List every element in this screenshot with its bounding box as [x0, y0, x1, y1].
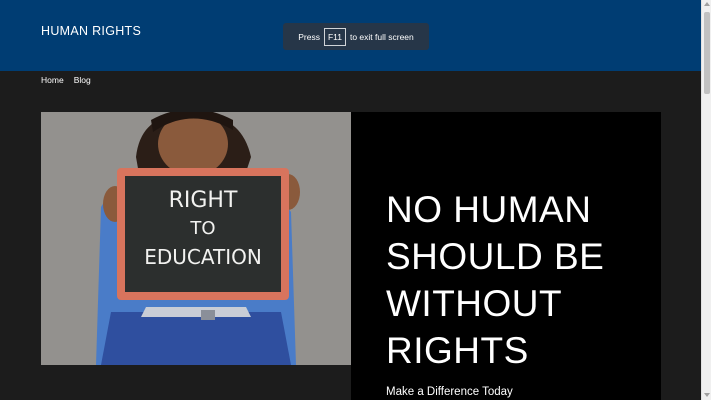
fullscreen-notice-suffix: to exit full screen — [349, 31, 414, 42]
scrollbar-thumb[interactable] — [704, 12, 710, 94]
f11-key-badge: F11 — [323, 27, 346, 46]
sign-line-1: RIGHT — [169, 188, 238, 213]
fullscreen-notice: Press F11 to exit full screen — [283, 23, 429, 50]
nav-item-blog[interactable]: Blog — [74, 75, 91, 85]
nav-item-home[interactable]: Home — [41, 75, 64, 85]
hero-panel: NO HUMAN SHOULD BE WITHOUT RIGHTS Make a… — [351, 112, 661, 400]
hero-heading: NO HUMAN SHOULD BE WITHOUT RIGHTS — [386, 189, 605, 371]
sign-line-2: TO — [189, 218, 215, 239]
hero-subheading[interactable]: Make a Difference Today — [386, 386, 513, 398]
scroll-up-arrow-icon[interactable] — [704, 2, 710, 6]
vertical-scrollbar[interactable] — [701, 0, 711, 400]
fullscreen-notice-prefix: Press — [298, 31, 320, 42]
scroll-down-arrow-icon[interactable] — [704, 393, 710, 397]
main-nav: Home Blog — [41, 75, 91, 85]
site-header: HUMAN RIGHTS Press F11 to exit full scre… — [0, 0, 701, 71]
sign-line-3: EDUCATION — [144, 245, 262, 269]
child-with-sign-image: RIGHT TO EDUCATION — [41, 112, 351, 365]
site-title[interactable]: HUMAN RIGHTS — [41, 24, 141, 38]
hero-photo: RIGHT TO EDUCATION — [41, 112, 351, 365]
